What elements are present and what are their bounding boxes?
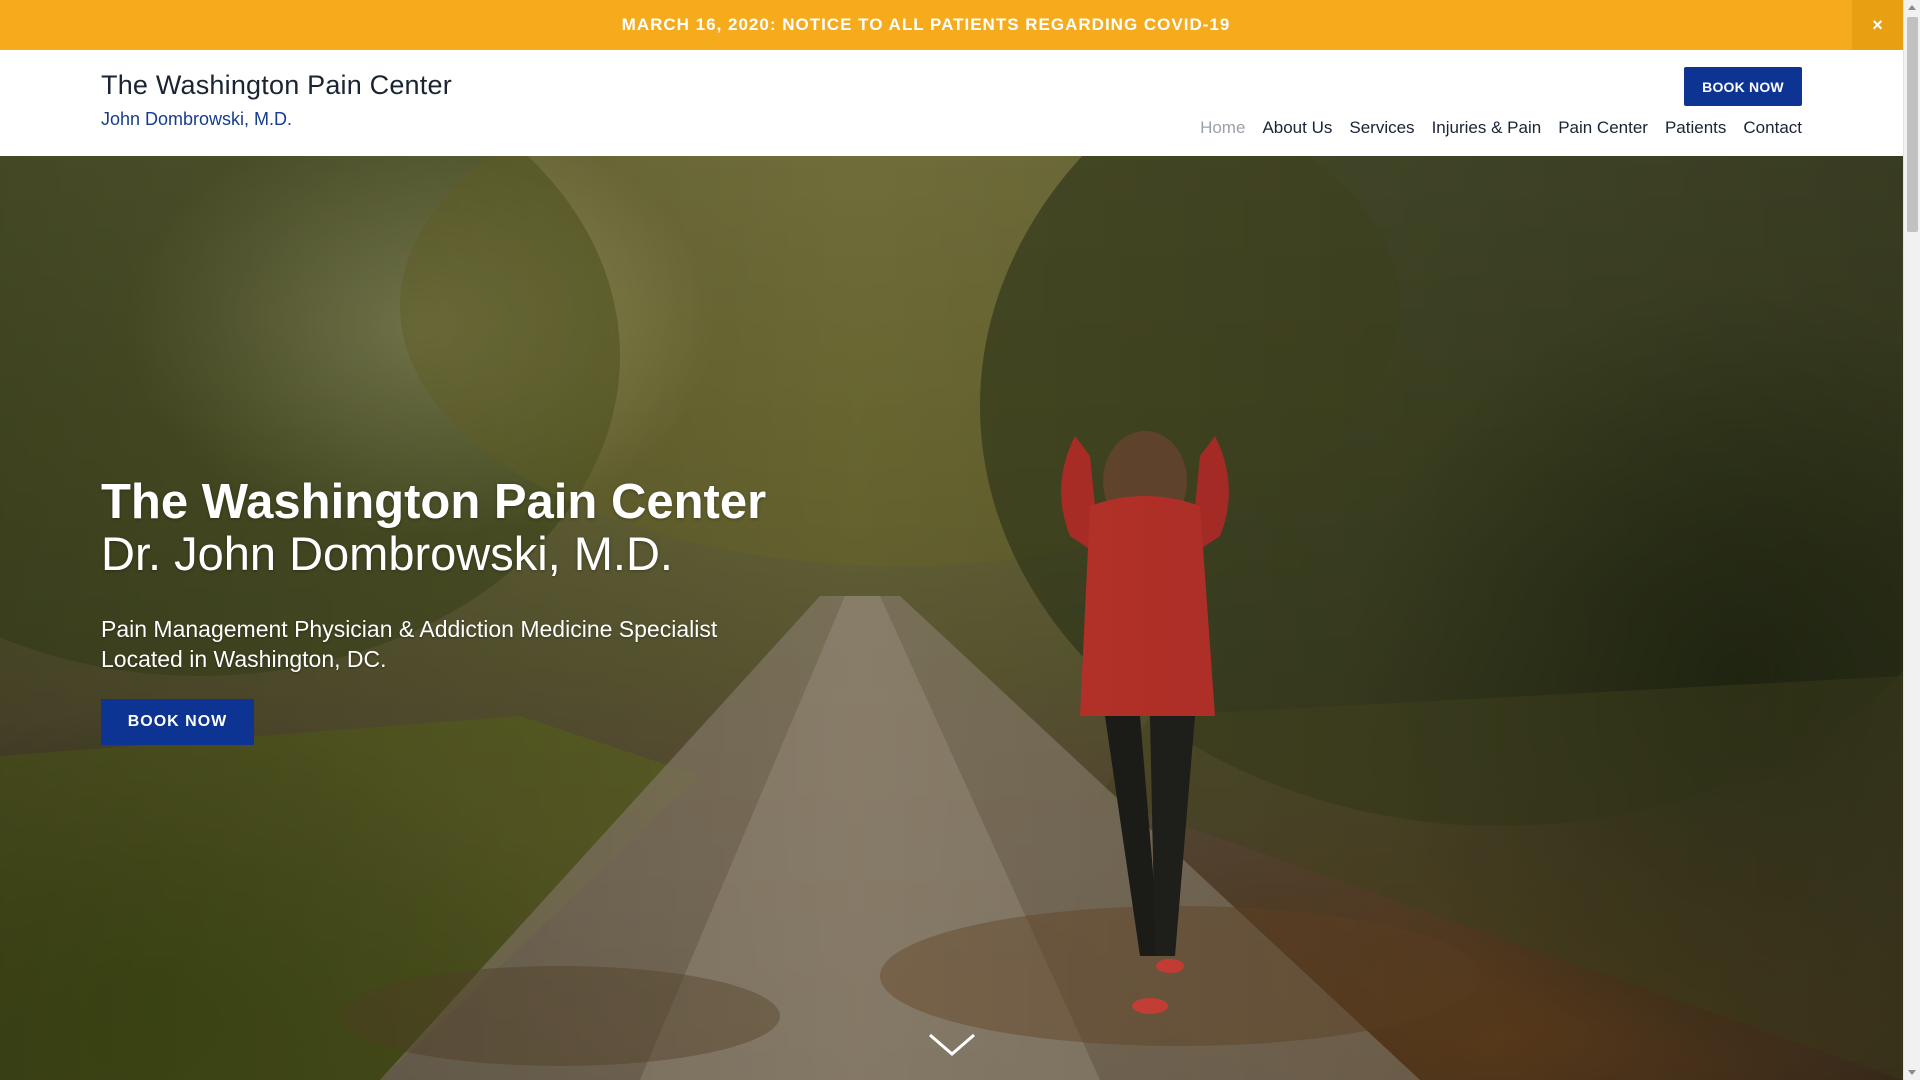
close-icon: ×	[1872, 14, 1883, 35]
nav-item-services[interactable]: Services	[1349, 118, 1414, 138]
scrollbar-thumb[interactable]	[1907, 17, 1918, 232]
nav-item-pain-center[interactable]: Pain Center	[1558, 118, 1648, 138]
hero-book-now-button[interactable]: BOOK NOW	[101, 699, 254, 745]
nav-item-home[interactable]: Home	[1200, 118, 1245, 138]
scroll-up-icon[interactable]	[1908, 5, 1916, 10]
site-subtitle[interactable]: John Dombrowski, M.D.	[101, 109, 292, 130]
hero-description: Pain Management Physician & Addiction Me…	[101, 614, 821, 674]
hero-doctor-name: Dr. John Dombrowski, M.D.	[101, 527, 673, 580]
hero-description-line-1: Pain Management Physician & Addiction Me…	[101, 616, 718, 642]
page: MARCH 16, 2020: NOTICE TO ALL PATIENTS R…	[0, 0, 1920, 1080]
hero-description-line-2: Located in Washington, DC.	[101, 646, 387, 672]
site-title[interactable]: The Washington Pain Center	[101, 70, 452, 101]
hero-section: The Washington Pain Center Dr. John Domb…	[0, 156, 1903, 1080]
hero-heading: The Washington Pain Center	[101, 475, 767, 529]
scroll-down-icon[interactable]	[1908, 1070, 1916, 1075]
notice-bar: MARCH 16, 2020: NOTICE TO ALL PATIENTS R…	[0, 0, 1903, 50]
site-header: The Washington Pain Center John Dombrows…	[0, 50, 1903, 156]
close-notice-button[interactable]: ×	[1852, 0, 1903, 50]
covid-notice-link[interactable]: MARCH 16, 2020: NOTICE TO ALL PATIENTS R…	[0, 0, 1852, 50]
nav-item-about-us[interactable]: About Us	[1262, 118, 1332, 138]
chevron-down-icon[interactable]	[928, 1032, 976, 1058]
main-nav: Home About Us Services Injuries & Pain P…	[1200, 118, 1802, 138]
nav-item-patients[interactable]: Patients	[1665, 118, 1726, 138]
page-scrollbar[interactable]	[1903, 0, 1920, 1080]
nav-item-injuries-pain[interactable]: Injuries & Pain	[1432, 118, 1542, 138]
header-book-now-button[interactable]: BOOK NOW	[1684, 67, 1802, 106]
nav-item-contact[interactable]: Contact	[1743, 118, 1802, 138]
